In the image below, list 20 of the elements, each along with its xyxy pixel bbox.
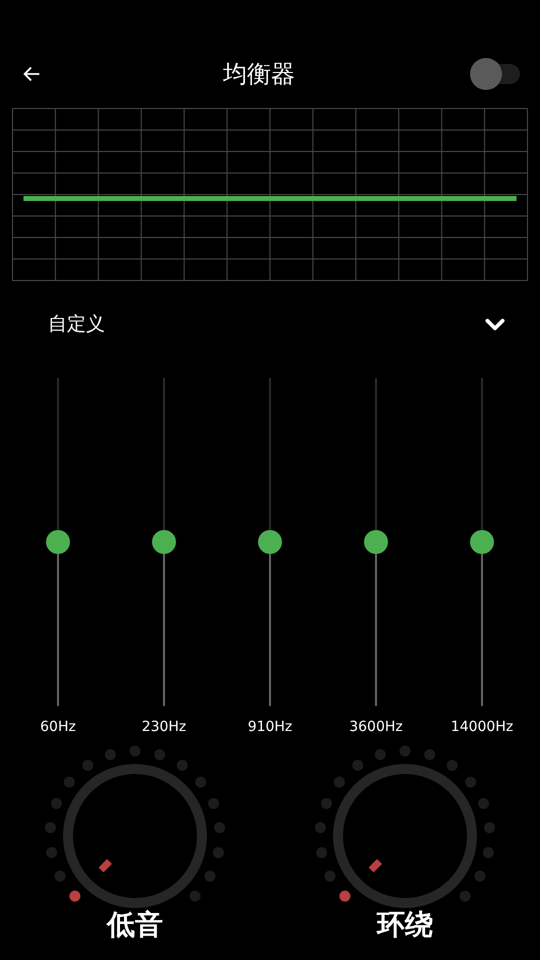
slider-thumb[interactable] [364,530,388,554]
slider-thumb[interactable] [470,530,494,554]
slider[interactable] [46,378,70,706]
slider[interactable] [258,378,282,706]
slider-thumb[interactable] [152,530,176,554]
band-label: 3600Hz [349,718,403,737]
knob-label: 低音 [107,909,163,941]
slider[interactable] [470,378,494,706]
slider[interactable] [152,378,176,706]
slider[interactable] [364,378,388,706]
page-title: 均衡器 [223,59,295,90]
equalizer-toggle[interactable] [470,58,520,90]
knob-label: 环绕 [377,909,433,941]
band-label: 910Hz [248,718,292,737]
slider-thumb[interactable] [46,530,70,554]
band-label: 14000Hz [450,718,514,737]
band-label: 230Hz [142,718,186,737]
preset-label[interactable]: 自定义 [48,310,105,338]
band-label: 60Hz [40,718,76,737]
slider-thumb[interactable] [258,530,282,554]
